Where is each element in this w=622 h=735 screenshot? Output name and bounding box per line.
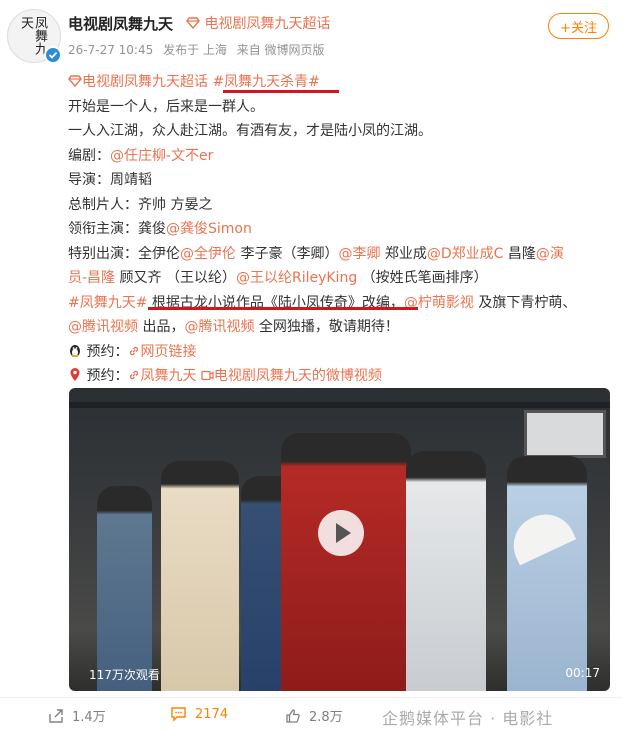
post-content: 电视剧凤舞九天超话 #凤舞九天杀青# 开始是一个人，后来是一群人。 一人入江湖，… — [68, 70, 608, 389]
link-icon — [130, 370, 139, 380]
figure-lightblue — [507, 456, 587, 691]
figure-blue-1 — [97, 486, 152, 691]
underline-annotation — [148, 307, 418, 310]
super-topic-label: 电视剧凤舞九天超话 — [204, 16, 331, 32]
mention[interactable]: @李卿 — [338, 246, 380, 262]
view-count: 117万次观看 — [89, 668, 160, 682]
special-text: 郑业成 — [380, 245, 427, 262]
figure-red-center — [281, 433, 411, 691]
avatar-calligraphy: 凤舞九天 — [18, 16, 47, 55]
underline-annotation — [223, 90, 339, 93]
screenwriter-line: 编剧：@任庄柳-文不er — [68, 144, 608, 169]
background-beam — [69, 402, 610, 408]
like-count: 2.8万 — [309, 710, 343, 725]
figure-white-1 — [161, 461, 239, 691]
pin-icon — [70, 368, 80, 381]
special-text: 李子豪（李卿） — [236, 245, 339, 262]
producer-line: 总制片人：齐帅 方晏之 — [68, 196, 213, 213]
special-line-2: 员-昌隆 顾又齐 （王以纶）@王以纶RileyKing （按姓氏笔画排序） — [68, 266, 608, 291]
video-player[interactable]: 117万次观看 00:17 — [69, 388, 610, 691]
web-link-label: 网页链接 — [140, 343, 197, 360]
lead-line: 领衔主演：龚俊@龚俊Simon — [68, 217, 608, 242]
super-topic-inline-link[interactable]: 电视剧凤舞九天超话 — [68, 74, 212, 90]
super-topic-icon — [68, 75, 82, 88]
screenwriter-label: 编剧： — [68, 147, 110, 164]
weibo-video-label: 电视剧凤舞九天的微博视频 — [213, 368, 382, 384]
video-icon — [201, 370, 214, 381]
reserve-line-2: 预约： 凤舞九天 电视剧凤舞九天的微博视频 — [68, 364, 608, 389]
show-link-label: 凤舞九天 — [140, 368, 197, 384]
mention[interactable]: @D郑业成C — [427, 246, 504, 262]
repost-count: 1.4万 — [72, 710, 106, 725]
comment-button[interactable]: 2174 — [170, 706, 228, 722]
reserve-line-1: 预约： 网页链接 — [68, 340, 608, 365]
super-topic-link[interactable]: 电视剧凤舞九天超话 — [186, 13, 330, 33]
comment-icon — [171, 707, 186, 722]
text-line: 一人入江湖，众人赴江湖。有酒有友，才是陆小凤的江湖。 — [68, 123, 432, 139]
special-label: 特别出演：全伊伦 — [68, 245, 180, 262]
mention[interactable]: 员-昌隆 — [68, 270, 115, 286]
repost-icon — [49, 708, 63, 723]
hashtag-link[interactable]: #凤舞九天# — [68, 295, 147, 311]
web-link[interactable]: 网页链接 — [128, 344, 196, 360]
action-bar: 1.4万 2174 2.8万 企鹅媒体平台 · 电影社 — [0, 697, 622, 735]
show-link[interactable]: 凤舞九天 — [128, 368, 196, 384]
background-window — [524, 410, 606, 458]
follow-button[interactable]: +关注 — [548, 13, 609, 39]
reserve-label: 预约： — [86, 368, 129, 384]
post-meta: 26-7-27 10:45 发布于 上海 来自 微博网页版 — [68, 41, 331, 58]
mention[interactable]: @王以纶RileyKing — [236, 270, 357, 286]
thumbs-up-icon — [286, 708, 300, 723]
lead-mention[interactable]: @龚俊Simon — [166, 221, 252, 237]
adapted-line: #凤舞九天# 根据古龙小说作品《陆小凤传奇》改编，@柠萌影视 及旗下青柠萌、 — [68, 291, 608, 316]
watermark: 企鹅媒体平台 · 电影社 — [382, 709, 554, 728]
hashtag-wrap-link[interactable]: #凤舞九天杀青# — [212, 74, 319, 90]
produce-text: 出品， — [138, 319, 185, 335]
director-line: 导演：周靖韬 — [68, 172, 152, 188]
special-line: 特别出演：全伊伦@全伊伦 李子豪（李卿）@李卿 郑业成@D郑业成C 昌隆@演 — [68, 242, 608, 267]
lead-label: 领衔主演：龚俊 — [68, 221, 166, 237]
special-text: 顾又齐 （王以纶） — [115, 270, 236, 286]
special-text: （按姓氏笔画排序） — [357, 270, 488, 286]
post-header: 凤舞九天 电视剧凤舞九天 电视剧凤舞九天超话 26-7-27 10:45 发布于… — [0, 0, 622, 70]
post-time[interactable]: 26-7-27 10:45 — [68, 43, 153, 57]
qq-penguin-icon — [70, 344, 80, 357]
post-location: 发布于 上海 — [163, 43, 227, 57]
super-topic-text: 电视剧凤舞九天超话 — [82, 74, 208, 90]
video-duration: 00:17 — [565, 666, 600, 680]
verified-badge-icon — [44, 46, 62, 64]
company-text: 及旗下青柠萌、 — [473, 294, 577, 311]
post-source: 来自 微博网页版 — [236, 43, 325, 57]
special-text: 昌隆 — [503, 245, 536, 262]
produce-line: @腾讯视频 出品，@腾讯视频 全网独播，敬请期待！ — [68, 315, 608, 340]
repost-button[interactable]: 1.4万 — [48, 706, 106, 725]
like-button[interactable]: 2.8万 — [285, 706, 343, 725]
weibo-video-link[interactable]: 电视剧凤舞九天的微博视频 — [201, 368, 382, 384]
author-name[interactable]: 电视剧凤舞九天 — [68, 13, 173, 34]
mention[interactable]: @腾讯视频 — [68, 319, 138, 335]
figure-white-2 — [406, 451, 486, 691]
mention[interactable]: @腾讯视频 — [184, 319, 254, 335]
exclusive-text: 全网独播，敬请期待！ — [254, 319, 399, 335]
reserve-label: 预约： — [86, 343, 129, 360]
mention[interactable]: @全伊伦 — [180, 246, 236, 262]
comment-count: 2174 — [195, 706, 229, 722]
screenwriter-mention[interactable]: @任庄柳-文不er — [110, 148, 213, 164]
play-button[interactable] — [318, 510, 364, 556]
mention[interactable]: @演 — [536, 246, 564, 262]
text-line: 开始是一个人，后来是一群人。 — [68, 98, 264, 115]
super-topic-icon — [186, 17, 200, 30]
link-icon — [130, 346, 139, 355]
